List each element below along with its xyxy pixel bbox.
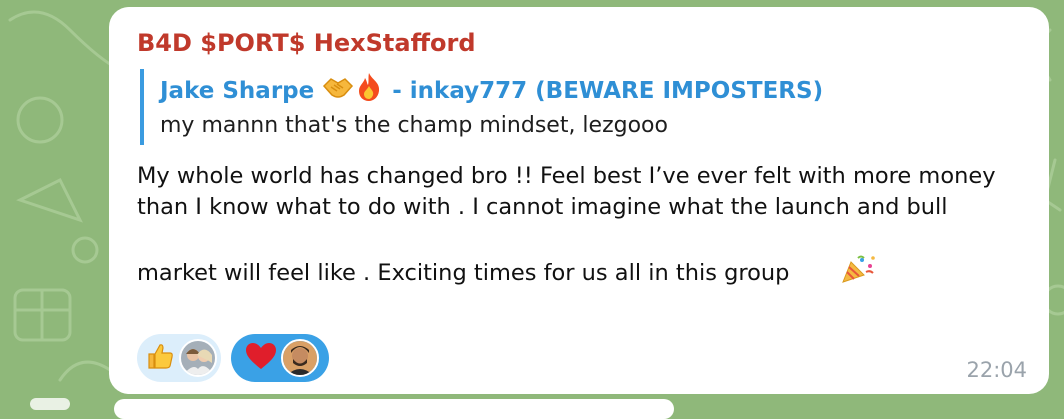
party-popper-icon — [797, 223, 878, 324]
reply-author-name: Jake Sharpe — [160, 78, 315, 104]
sender-name[interactable]: B4D $PORT$ HexStafford — [137, 27, 1025, 59]
reply-author: Jake Sharpe - inkay777 (BEWARE IMPOSTERS… — [160, 72, 823, 111]
next-message-bubble-edge — [114, 399, 674, 419]
message-text: My whole world has changed bro !! Feel b… — [137, 161, 1007, 324]
fire-icon — [356, 72, 382, 111]
reactions-bar — [137, 334, 1025, 382]
reply-quote[interactable]: Jake Sharpe - inkay777 (BEWARE IMPOSTERS… — [140, 69, 823, 145]
red-heart-icon — [245, 342, 277, 374]
reaction-heart[interactable] — [231, 334, 329, 382]
handshake-icon — [322, 74, 354, 109]
reply-text: my mannn that's the champ mindset, lezgo… — [160, 113, 668, 138]
reply-author-suffix: - inkay777 (BEWARE IMPOSTERS) — [392, 78, 824, 104]
reaction-thumbs-up[interactable] — [137, 334, 221, 382]
thumbs-up-icon — [145, 341, 175, 375]
reactor-avatar-couple[interactable] — [179, 339, 217, 377]
reactor-avatar-man[interactable] — [281, 339, 319, 377]
message-bubble[interactable]: B4D $PORT$ HexStafford Jake Sharpe - ink… — [109, 7, 1049, 394]
message-timestamp: 22:04 — [966, 358, 1027, 382]
previous-message-edge — [30, 398, 70, 410]
